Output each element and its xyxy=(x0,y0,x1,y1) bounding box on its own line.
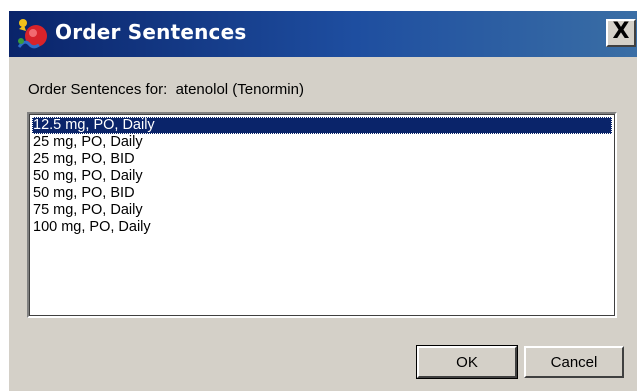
cancel-button[interactable]: Cancel xyxy=(524,346,624,378)
order-sentences-label: Order Sentences for: atenolol (Tenormin) xyxy=(28,81,304,98)
list-item[interactable]: 50 mg, PO, BID xyxy=(32,185,612,202)
app-icon xyxy=(15,17,49,51)
window-title: Order Sentences xyxy=(55,20,247,44)
order-sentences-listbox[interactable]: 12.5 mg, PO, Daily 25 mg, PO, Daily 25 mg,… xyxy=(27,112,617,318)
list-item[interactable]: 25 mg, PO, Daily xyxy=(32,134,612,151)
close-icon: X xyxy=(612,19,630,44)
drug-name: atenolol (Tenormin) xyxy=(175,81,304,98)
ok-button-label: OK xyxy=(456,353,478,371)
cancel-button-label: Cancel xyxy=(550,353,598,371)
order-sentences-dialog: Order Sentences X Order Sentences for: a… xyxy=(8,10,637,391)
ok-button[interactable]: OK xyxy=(416,345,518,379)
list-item[interactable]: 75 mg, PO, Daily xyxy=(32,202,612,219)
label-prefix: Order Sentences for: xyxy=(28,81,168,98)
list-item[interactable]: 25 mg, PO, BID xyxy=(32,151,612,168)
list-item[interactable]: 100 mg, PO, Daily xyxy=(32,219,612,236)
close-button[interactable]: X xyxy=(606,19,636,47)
list-item[interactable]: 12.5 mg, PO, Daily xyxy=(32,117,612,134)
listbox-items: 12.5 mg, PO, Daily 25 mg, PO, Daily 25 mg,… xyxy=(32,117,612,236)
title-bar[interactable]: Order Sentences X xyxy=(9,11,637,57)
list-item[interactable]: 50 mg, PO, Daily xyxy=(32,168,612,185)
